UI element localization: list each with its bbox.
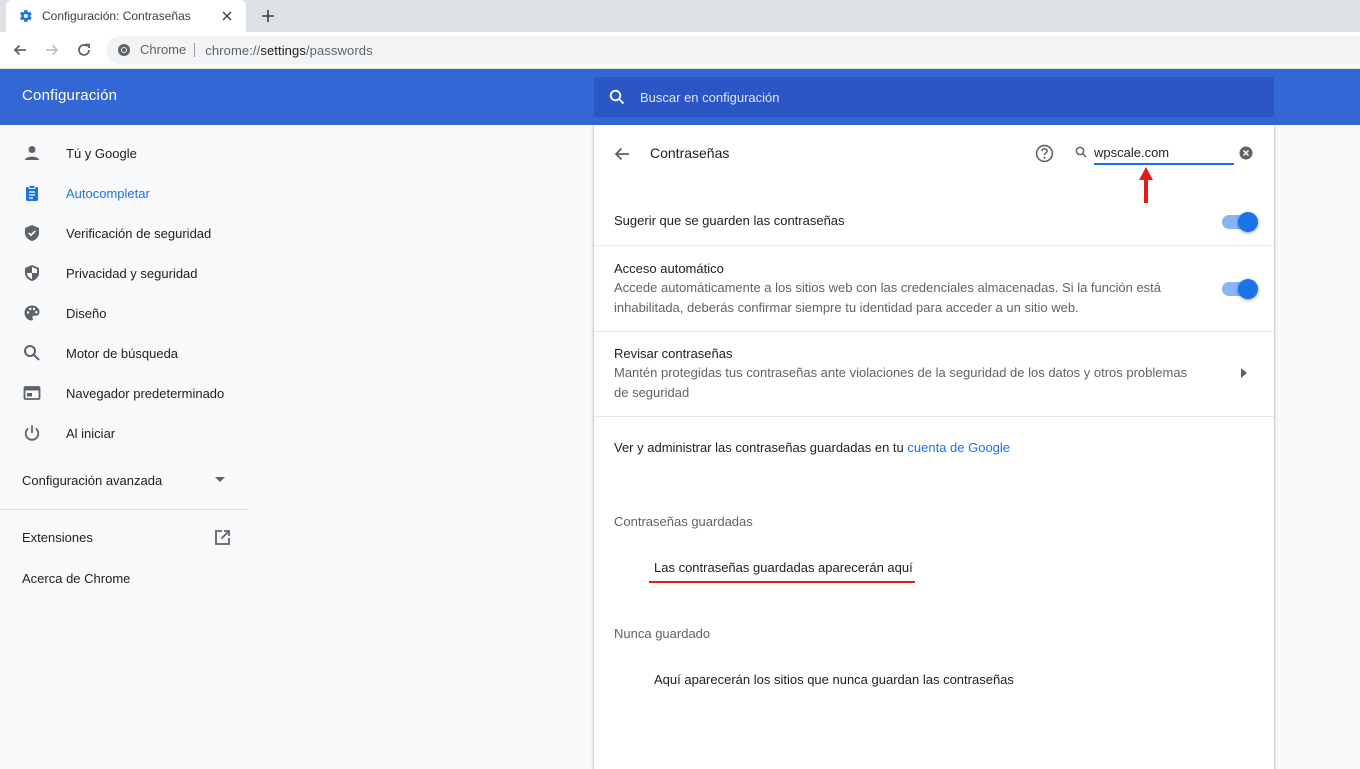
clipboard-icon [22,183,42,203]
sidebar-item-default-browser[interactable]: Navegador predeterminado [0,373,248,413]
sidebar-item-appearance[interactable]: Diseño [0,293,248,333]
new-tab-button[interactable] [256,4,280,28]
person-icon [22,143,42,163]
extensions-link[interactable]: Extensiones [0,525,248,549]
site-chip: Chrome [140,43,196,57]
offer-to-save-row[interactable]: Sugerir que se guarden las contraseñas [594,199,1274,245]
sidebar-item-search-engine[interactable]: Motor de búsqueda [0,333,248,373]
toggle-knob [1238,279,1258,299]
sidebar-item-safety-check[interactable]: Verificación de seguridad [0,213,248,253]
offer-to-save-label: Sugerir que se guarden las contraseñas [614,213,845,228]
sidebar-item-label: Diseño [66,305,107,321]
extensions-label: Extensiones [22,529,93,545]
sidebar-item-label: Tú y Google [66,145,137,161]
check-passwords-label: Revisar contraseñas [614,346,733,361]
search-icon [608,88,626,106]
tab-strip: Configuración: Contraseñas [0,0,1360,32]
settings-search-input[interactable] [640,89,1240,105]
sidebar-item-label: Navegador predeterminado [66,385,225,401]
clear-search-icon[interactable] [1238,145,1254,161]
power-icon [22,423,42,443]
check-passwords-row[interactable]: Revisar contraseñas Mantén protegidas tu… [594,331,1274,416]
google-account-link[interactable]: cuenta de Google [907,440,1010,455]
tab-settings-passwords[interactable]: Configuración: Contraseñas [6,0,246,32]
reload-button[interactable] [72,38,96,62]
never-saved-heading: Nunca guardado [614,626,711,641]
close-tab-icon[interactable] [218,7,236,25]
auto-signin-toggle[interactable] [1222,279,1258,299]
palette-icon [22,303,42,323]
url-text: chrome://settings/passwords [205,42,373,58]
open-in-new-icon [212,527,232,547]
password-search-input[interactable] [1094,141,1234,165]
search-icon [1074,145,1088,159]
help-button[interactable] [1034,143,1054,163]
manage-account-row: Ver y administrar las contraseñas guarda… [594,416,1274,476]
sidebar-item-label: Verificación de seguridad [66,225,212,241]
arrow-left-icon [614,147,629,161]
password-search[interactable] [1074,141,1254,165]
manage-account-text: Ver y administrar las contraseñas guarda… [614,440,1011,455]
about-chrome-link[interactable]: Acerca de Chrome [22,571,130,586]
sidebar-item-label: Privacidad y seguridad [66,265,198,281]
reload-icon [78,43,90,56]
shield-half-icon [22,263,42,283]
advanced-settings-label: Configuración avanzada [22,472,163,488]
sidebar-item-you-and-google[interactable]: Tú y Google [0,133,248,173]
omnibox[interactable]: Chrome chrome://settings/passwords [106,36,1360,64]
plus-icon [262,10,274,22]
sidebar-item-privacy[interactable]: Privacidad y seguridad [0,253,248,293]
sidebar: Tú y Google Autocompletar Verificación d… [0,125,248,769]
auto-signin-row[interactable]: Acceso automático Accede automáticamente… [594,245,1274,331]
search-icon [22,343,42,363]
forward-button[interactable] [40,38,64,62]
chevron-right-icon [1238,367,1250,379]
check-passwords-description: Mantén protegidas tus contraseñas ante v… [614,365,1188,400]
sidebar-item-label: Autocompletar [66,185,150,201]
help-icon [1035,144,1053,162]
browser-toolbar: Chrome chrome://settings/passwords [0,32,1360,69]
never-saved-empty: Aquí aparecerán los sitios que nunca gua… [654,672,1014,687]
page-title: Configuración [22,87,118,104]
toggle-knob [1238,212,1258,232]
gear-icon [18,8,34,24]
sidebar-item-label: Al iniciar [66,425,116,441]
back-arrow-button[interactable] [610,142,634,166]
back-button[interactable] [8,38,32,62]
tab-title: Configuración: Contraseñas [42,9,191,23]
passwords-card: Contraseñas Sugerir que se guarden las c… [594,125,1274,769]
annotation-arrow-icon [1139,167,1153,203]
settings-header: Configuración [0,69,1360,125]
caret-down-icon [210,470,230,490]
sidebar-item-autofill[interactable]: Autocompletar [0,173,248,213]
shield-check-icon [22,223,42,243]
offer-to-save-toggle[interactable] [1222,212,1258,232]
chrome-icon [116,42,132,58]
section-title: Contraseñas [650,145,730,161]
sidebar-divider [0,509,248,510]
saved-passwords-heading: Contraseñas guardadas [614,514,753,529]
arrow-right-icon [46,44,59,56]
saved-passwords-empty: Las contraseñas guardadas aparecerán aqu… [654,560,913,575]
auto-signin-label: Acceso automático [614,261,724,276]
advanced-settings-toggle[interactable]: Configuración avanzada [0,468,248,492]
auto-signin-description: Accede automáticamente a los sitios web … [614,280,1162,315]
settings-search[interactable] [594,77,1274,117]
card-header: Contraseñas [594,125,1274,203]
arrow-left-icon [13,44,26,56]
sidebar-item-on-startup[interactable]: Al iniciar [0,413,248,453]
browser-window-icon [22,383,42,403]
sidebar-item-label: Motor de búsqueda [66,345,179,361]
annotation-underline [649,581,915,583]
